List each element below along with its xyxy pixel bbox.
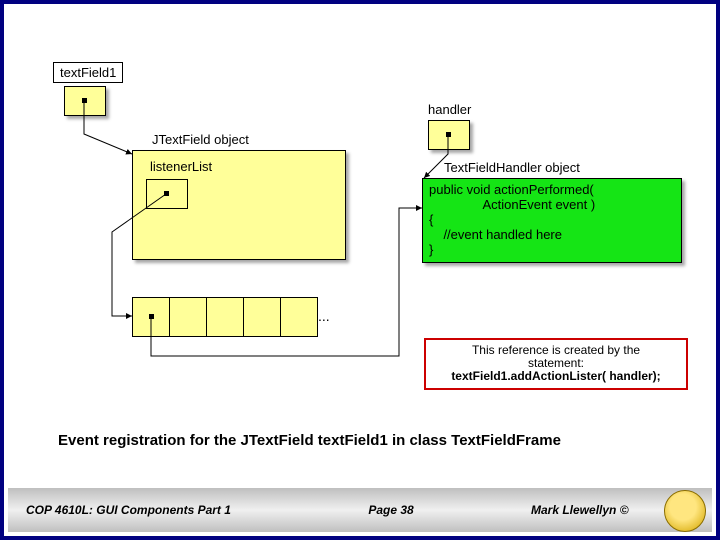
caption: Event registration for the JTextField te… [58,432,561,449]
footer-center: Page 38 [311,503,471,517]
array-cell [206,297,244,337]
dot-textfield1 [82,98,87,103]
dot-listenerlist [164,191,169,196]
dot-array-first [149,314,154,319]
ellipsis: ... [318,308,330,324]
note-line-3: textField1.addActionLister( handler); [430,370,682,383]
label-tfh-object: TextFieldHandler object [444,160,580,175]
footer-bar: COP 4610L: GUI Components Part 1 Page 38… [8,487,712,532]
connectors [4,4,720,540]
label-textfield1: textField1 [53,62,123,83]
note-box: This reference is created by the stateme… [424,338,688,390]
seal-icon [664,490,706,532]
label-listenerlist: listenerList [150,159,212,174]
label-handler: handler [428,102,471,117]
dot-handler [446,132,451,137]
label-jtextfield-object: JTextField object [152,132,249,147]
array-cell [243,297,281,337]
array-cell [280,297,318,337]
slide: textField1 handler JTextField object lis… [0,0,720,540]
code-actionperformed: public void actionPerformed( ActionEvent… [422,178,682,263]
array-cell [169,297,207,337]
footer-left: COP 4610L: GUI Components Part 1 [8,503,311,517]
